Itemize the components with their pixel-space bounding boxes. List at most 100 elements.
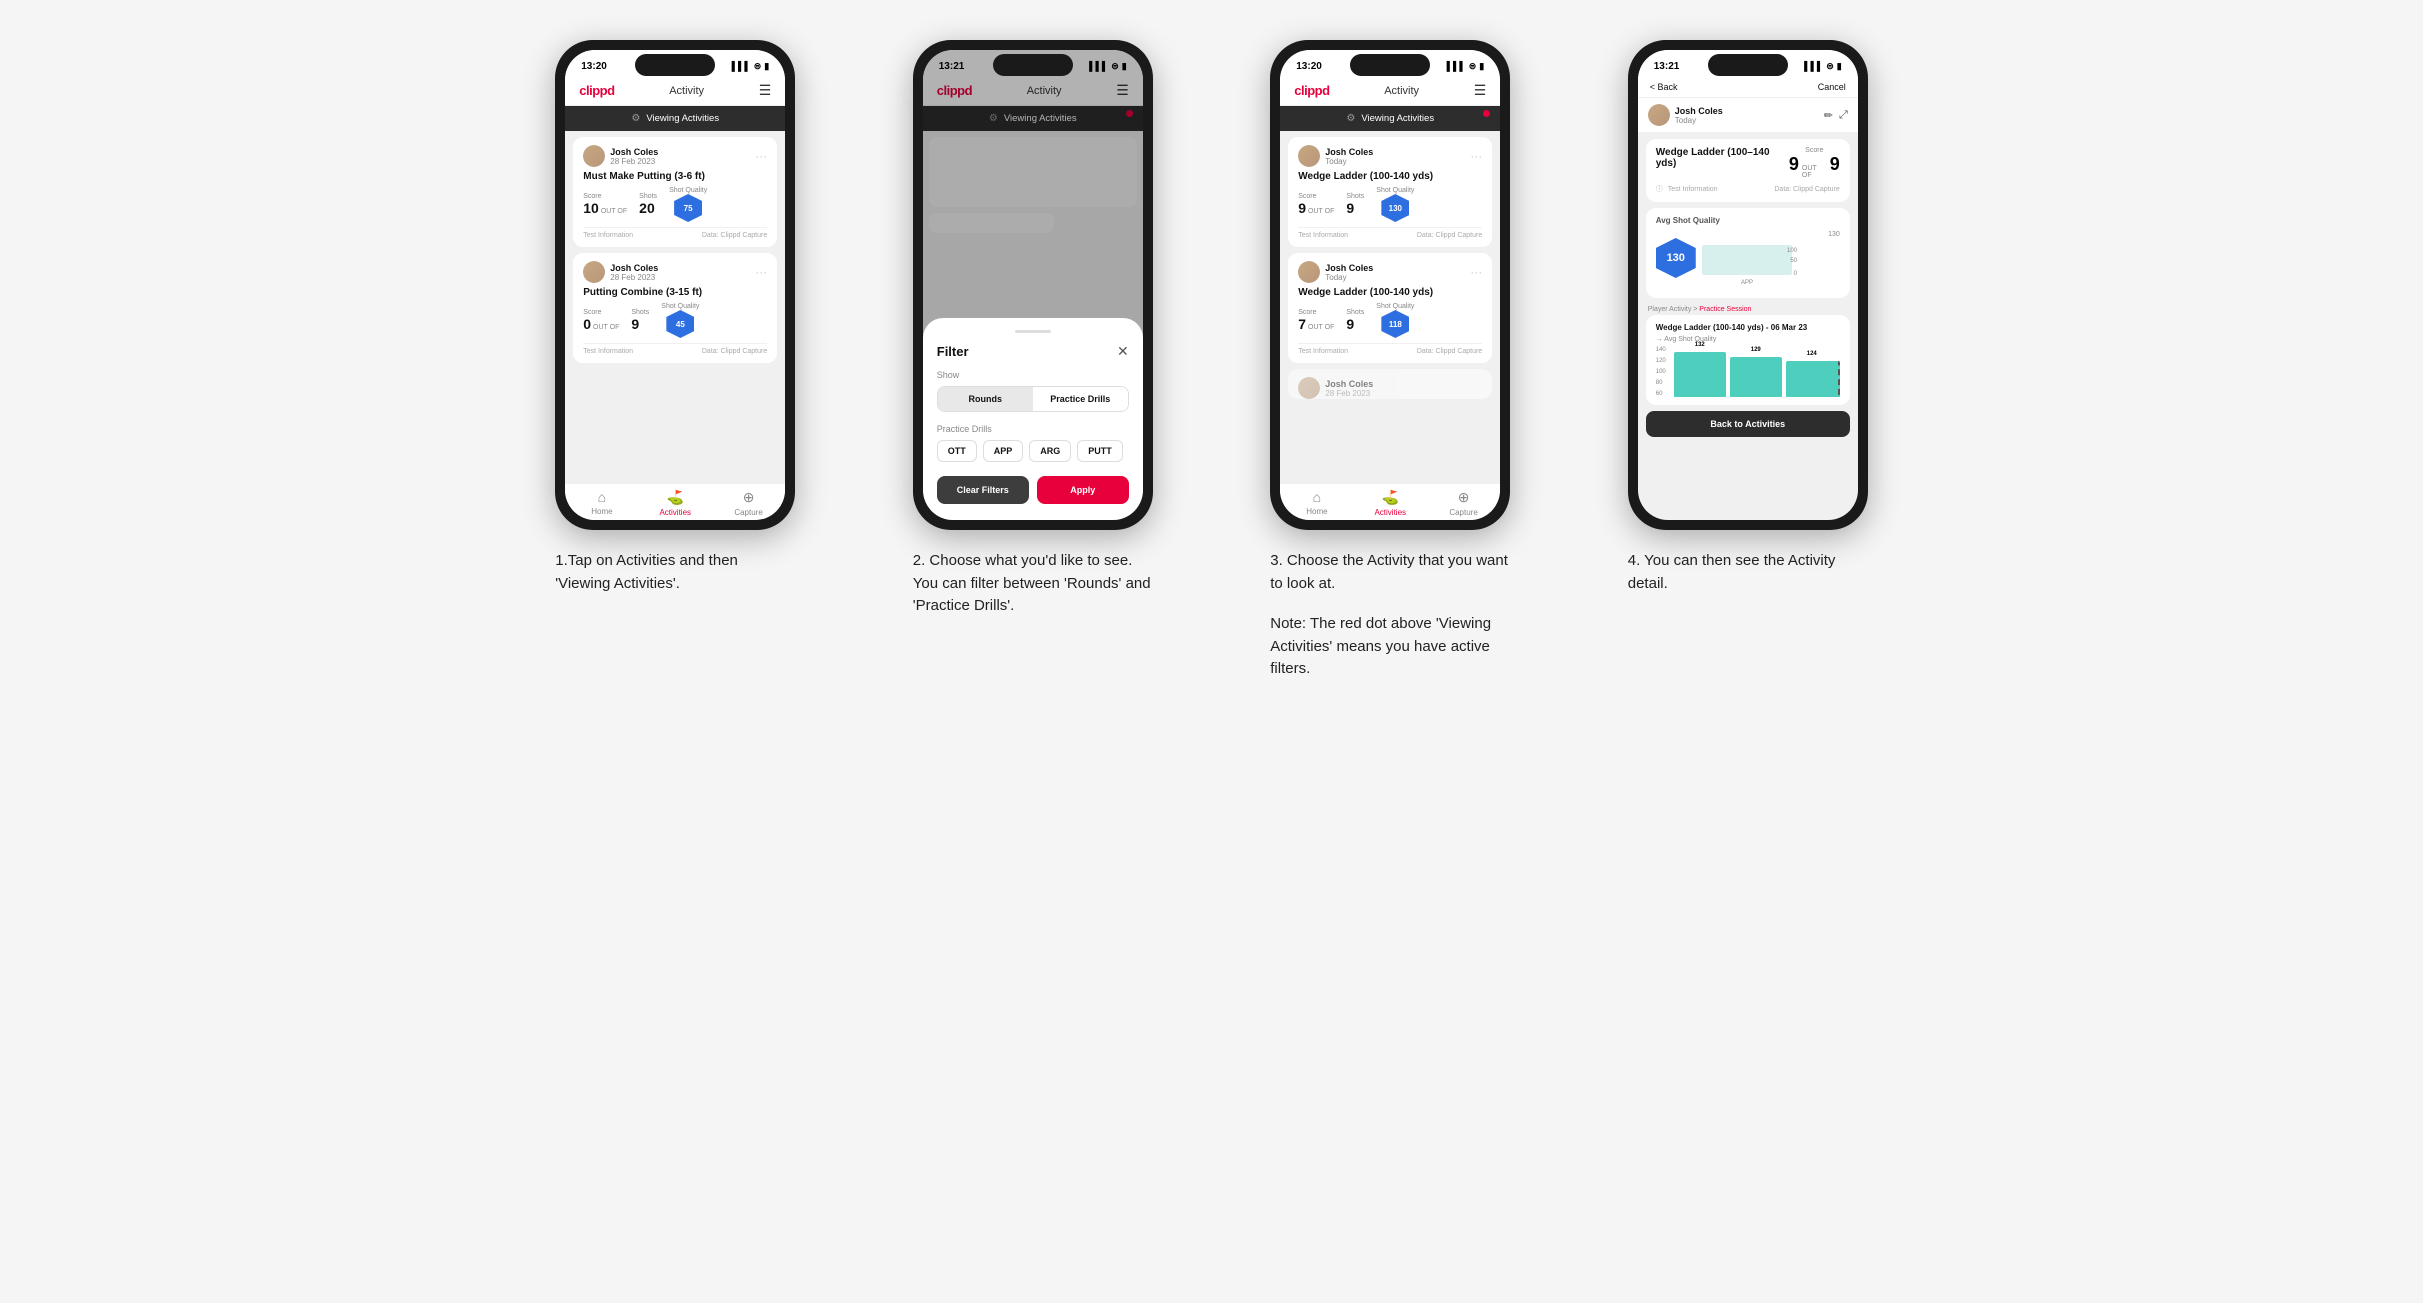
expand-icon-4[interactable]: ⤢ [1839, 109, 1848, 122]
modal-header-2: Filter ✕ [937, 343, 1129, 360]
app-nav-title-1: Activity [669, 85, 704, 97]
capture-icon-3: ⊕ [1458, 489, 1470, 506]
modal-close-btn-2[interactable]: ✕ [1117, 343, 1129, 360]
activity-item-3-1[interactable]: Josh Coles Today ··· Wedge Ladder (100-1… [1288, 137, 1492, 247]
shots-num-1-1: 20 [639, 200, 657, 216]
activity-item-3-3[interactable]: Josh Coles 28 Feb 2023 [1288, 369, 1492, 399]
avatar-1-2 [583, 261, 605, 283]
apply-btn-2[interactable]: Apply [1037, 476, 1129, 504]
filter-modal-2: Filter ✕ Show Rounds Practice Drills Pra… [923, 318, 1143, 520]
home-icon-1: ⌂ [598, 489, 606, 505]
player-activity-label-4: Player Activity > [1648, 306, 1700, 313]
footer-left-1-1: Test Information [583, 232, 633, 239]
y-80: 80 [1656, 380, 1666, 386]
avatar-1-1 [583, 145, 605, 167]
phone-notch-4 [1708, 54, 1788, 76]
activity-item-3-2[interactable]: Josh Coles Today ··· Wedge Ladder (100-1… [1288, 253, 1492, 363]
score-group-3-2: Score 7 OUT OF [1298, 309, 1334, 332]
detail-activity-title-4: Wedge Ladder (100–140 yds) [1656, 147, 1789, 169]
user-name-1-1: Josh Coles [610, 147, 658, 157]
avatar-3-3 [1298, 377, 1320, 399]
score-out-1-2: OUT OF [593, 324, 619, 331]
filter-bar-1[interactable]: ⚙ Viewing Activities [565, 106, 785, 131]
app-nav-1: clippd Activity ☰ [565, 78, 785, 106]
drill-app-2[interactable]: APP [983, 440, 1024, 462]
user-name-3-3: Josh Coles [1325, 379, 1373, 389]
user-date-3-3: 28 Feb 2023 [1325, 389, 1373, 398]
activity-item-1-1[interactable]: Josh Coles 28 Feb 2023 ··· Must Make Put… [573, 137, 777, 247]
footer-right-3-2: Data: Clippd Capture [1417, 348, 1482, 355]
hamburger-icon-3[interactable]: ☰ [1474, 82, 1487, 99]
cancel-btn-4[interactable]: Cancel [1818, 82, 1846, 92]
nav-activities-3[interactable]: ⛳ Activities [1354, 489, 1427, 517]
nav-home-3[interactable]: ⌂ Home [1280, 489, 1353, 517]
more-icon-3-1[interactable]: ··· [1470, 149, 1482, 163]
svg-text:APP: APP [1741, 280, 1753, 285]
nav-capture-3[interactable]: ⊕ Capture [1427, 489, 1500, 517]
step3-phone: 13:20 ▌▌▌ ⊜ ▮ clippd Activity ☰ ⚙ View [1270, 40, 1510, 530]
bar-2-4: 129 [1730, 357, 1782, 397]
nav-home-1[interactable]: ⌂ Home [565, 489, 638, 517]
filter-bar-text-3: Viewing Activities [1361, 113, 1434, 124]
drill-putt-2[interactable]: PUTT [1077, 440, 1123, 462]
shot-quality-1-1: Shot Quality 75 [669, 187, 707, 222]
more-icon-1-1[interactable]: ··· [755, 149, 767, 163]
toggle-rounds-2[interactable]: Rounds [938, 387, 1033, 411]
user-date-3-1: Today [1325, 157, 1373, 166]
clear-filters-btn-2[interactable]: Clear Filters [937, 476, 1029, 504]
y-120: 120 [1656, 358, 1666, 364]
step1-phone: 13:20 ▌▌▌ ⊜ ▮ clippd Activity ☰ ⚙ View [555, 40, 795, 530]
back-btn-4[interactable]: < Back [1650, 82, 1678, 92]
home-icon-3: ⌂ [1313, 489, 1321, 505]
edit-icon-4[interactable]: ✏ [1824, 109, 1833, 122]
y-100: 100 [1656, 369, 1666, 375]
user-name-3-2: Josh Coles [1325, 263, 1373, 273]
detail-user-4: Josh Coles Today [1648, 104, 1723, 126]
nav-home-label-3: Home [1306, 507, 1327, 516]
activity-item-1-2[interactable]: Josh Coles 28 Feb 2023 ··· Putting Combi… [573, 253, 777, 363]
activity-header-3-2: Josh Coles Today ··· [1298, 261, 1482, 283]
svg-text:0: 0 [1793, 271, 1797, 277]
drill-ott-2[interactable]: OTT [937, 440, 977, 462]
shot-quality-3-2: Shot Quality 118 [1376, 303, 1414, 338]
activity-footer-1-1: Test Information Data: Clippd Capture [583, 227, 767, 239]
nav-activities-1[interactable]: ⛳ Activities [639, 489, 712, 517]
mini-chart-svg-4: 100 50 0 APP [1702, 240, 1802, 285]
session-title-4: Wedge Ladder (100-140 yds) - 06 Mar 23 [1656, 323, 1840, 332]
activity-title-3-1: Wedge Ladder (100-140 yds) [1298, 171, 1482, 182]
hamburger-icon-1[interactable]: ☰ [759, 82, 772, 99]
more-icon-1-2[interactable]: ··· [755, 265, 767, 279]
detail-nav-4: < Back Cancel [1638, 78, 1858, 98]
data-capture-4: Data: Clippd Capture [1774, 186, 1839, 193]
user-info-3-1: Josh Coles Today [1325, 147, 1373, 166]
step4-column: 13:21 ▌▌▌ ⊜ ▮ < Back Cancel [1584, 40, 1912, 595]
drill-group-2: OTT APP ARG PUTT [937, 440, 1129, 462]
sq-label-3-2: Shot Quality [1376, 303, 1414, 310]
shot-quality-1-2: Shot Quality 45 [661, 303, 699, 338]
nav-capture-1[interactable]: ⊕ Capture [712, 489, 785, 517]
avg-shot-quality-4: 130 130 100 50 0 APP [1656, 231, 1840, 285]
drill-arg-2[interactable]: ARG [1029, 440, 1071, 462]
detail-score-row-4: Score 9 OUT OF 9 [1789, 147, 1840, 179]
phone-notch-2 [993, 54, 1073, 76]
filter-bar-3[interactable]: ⚙ Viewing Activities [1280, 106, 1500, 131]
detail-user-row-4: Josh Coles Today ✏ ⤢ [1638, 98, 1858, 133]
bottom-nav-3: ⌂ Home ⛳ Activities ⊕ Capture [1280, 483, 1500, 520]
chart-right-4: 130 100 50 0 APP [1702, 231, 1840, 285]
modal-title-2: Filter [937, 344, 969, 359]
activity-user-3-3: Josh Coles 28 Feb 2023 [1298, 377, 1373, 399]
shots-group-3-1: Shots 9 [1346, 193, 1364, 216]
avg-shot-quality-title-4: Avg Shot Quality [1656, 216, 1840, 225]
more-icon-3-2[interactable]: ··· [1470, 265, 1482, 279]
activity-footer-3-1: Test Information Data: Clippd Capture [1298, 227, 1482, 239]
nav-activities-label-3: Activities [1374, 508, 1406, 517]
back-to-activities-btn-4[interactable]: Back to Activities [1646, 411, 1850, 437]
detail-test-info-4: ⓘ Test Information Data: Clippd Capture [1656, 184, 1840, 194]
toggle-practice-2[interactable]: Practice Drills [1033, 387, 1128, 411]
step1-screen: 13:20 ▌▌▌ ⊜ ▮ clippd Activity ☰ ⚙ View [565, 50, 785, 520]
score-label-3-2: Score [1298, 309, 1334, 316]
activity-title-3-2: Wedge Ladder (100-140 yds) [1298, 287, 1482, 298]
signal-icon-1: ▌▌▌ [732, 61, 751, 71]
score-label-3-1: Score [1298, 193, 1334, 200]
shots-group-1-2: Shots 9 [631, 309, 649, 332]
